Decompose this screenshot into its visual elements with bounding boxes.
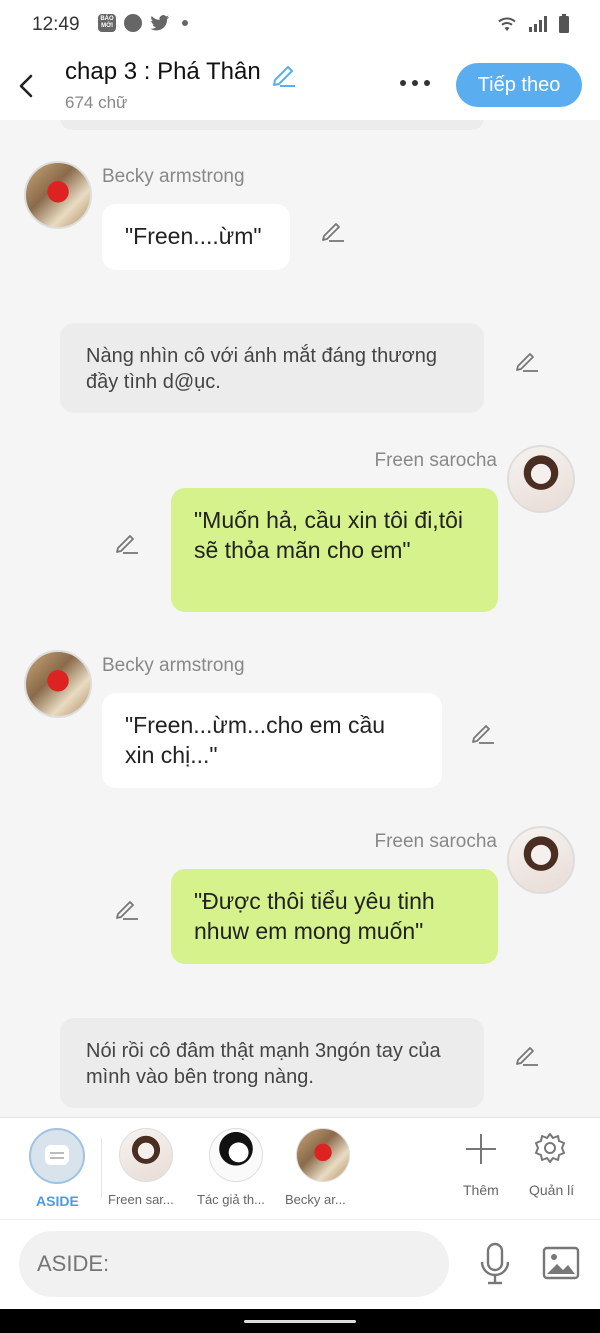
chat-bubble-icon	[45, 1145, 69, 1165]
becky-avatar[interactable]	[24, 161, 92, 229]
sender-name: Freen sarocha	[374, 831, 497, 852]
edit-pencil-icon[interactable]	[514, 1041, 540, 1067]
narration-bubble[interactable]: Nàng nhìn cô với ánh mắt đáng thương đầy…	[60, 323, 484, 413]
freen-avatar[interactable]	[507, 826, 575, 894]
sender-name: Becky armstrong	[102, 655, 245, 676]
baomoi-app-icon: BÁO MỚI	[98, 14, 116, 32]
manage-label[interactable]: Quản lí	[529, 1182, 574, 1198]
next-button[interactable]: Tiếp theo	[456, 63, 582, 107]
gear-icon[interactable]	[532, 1130, 568, 1166]
status-time: 12:49	[32, 14, 80, 35]
becky-avatar[interactable]	[24, 650, 92, 718]
battery-icon	[559, 14, 569, 33]
character-becky-label: Becky ar...	[285, 1192, 346, 1207]
character-author-label: Tác giả th...	[197, 1192, 265, 1207]
aside-button[interactable]	[29, 1128, 85, 1184]
edit-pencil-icon[interactable]	[114, 529, 140, 555]
edit-pencil-icon[interactable]	[470, 719, 496, 745]
edit-pencil-icon[interactable]	[114, 895, 140, 921]
more-options-icon[interactable]	[400, 80, 430, 86]
character-becky-avatar[interactable]	[296, 1128, 350, 1182]
message-bubble[interactable]: "Muốn hả, cầu xin tôi đi,tôi sẽ thỏa mãn…	[171, 488, 498, 612]
home-indicator[interactable]	[244, 1320, 356, 1323]
freen-avatar[interactable]	[507, 445, 575, 513]
header: chap 3 : Phá Thân 674 chữ Tiếp theo	[0, 50, 600, 120]
character-author-avatar[interactable]	[209, 1128, 263, 1182]
input-bar	[0, 1219, 600, 1309]
add-label[interactable]: Thêm	[463, 1182, 499, 1198]
image-icon[interactable]	[542, 1246, 580, 1280]
narration-bubble[interactable]: Nói rồi cô đâm thật mạnh 3ngón tay của m…	[60, 1018, 484, 1108]
sender-name: Becky armstrong	[102, 166, 245, 187]
twitter-icon	[150, 15, 169, 31]
character-bar: ASIDE Freen sar... Tác giả th... Becky a…	[0, 1117, 600, 1219]
character-freen-label: Freen sar...	[108, 1192, 174, 1207]
character-freen-avatar[interactable]	[119, 1128, 173, 1182]
notification-dot-icon	[182, 20, 188, 26]
signal-icon	[529, 16, 547, 32]
sender-name: Freen sarocha	[374, 450, 497, 471]
message-bubble[interactable]: "Được thôi tiểu yêu tinh nhuw em mong mu…	[171, 869, 498, 964]
edit-pencil-icon[interactable]	[514, 347, 540, 373]
word-count: 674 chữ	[65, 93, 128, 112]
message-bubble[interactable]: "Freen...ừm...cho em cầu xin chị..."	[102, 693, 442, 788]
status-bar: 12:49 BÁO MỚI	[0, 0, 600, 50]
microphone-icon[interactable]	[478, 1242, 512, 1286]
partial-narration-bubble	[60, 120, 484, 130]
back-button[interactable]	[14, 68, 40, 104]
chapter-title: chap 3 : Phá Thân	[65, 58, 261, 85]
edit-pencil-icon[interactable]	[320, 217, 346, 243]
chat-area[interactable]: Becky armstrong "Freen....ừm" Nàng nhìn …	[0, 120, 600, 1117]
divider	[101, 1138, 102, 1198]
message-input[interactable]	[19, 1231, 449, 1297]
wifi-icon	[498, 17, 516, 31]
system-nav-bar	[0, 1309, 600, 1333]
add-icon[interactable]	[464, 1132, 498, 1166]
message-bubble[interactable]: "Freen....ừm"	[102, 204, 290, 270]
aside-label: ASIDE	[36, 1193, 79, 1209]
edit-title-icon[interactable]	[270, 60, 298, 88]
compass-app-icon	[124, 14, 142, 32]
